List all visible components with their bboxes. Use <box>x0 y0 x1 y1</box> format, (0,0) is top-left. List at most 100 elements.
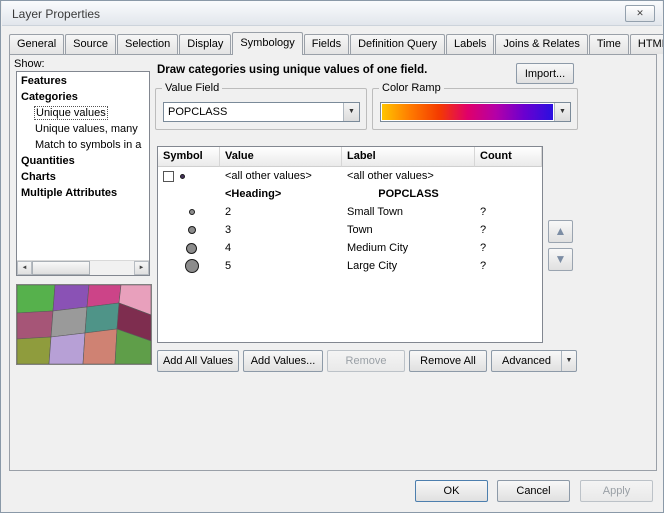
show-item-label: Match to symbols in a <box>35 139 141 151</box>
window-title: Layer Properties <box>12 7 100 21</box>
symbol-table-header: SymbolValueLabelCount <box>158 147 542 167</box>
symbol-cell <box>158 209 220 215</box>
symbol-row-3[interactable]: 3Town? <box>158 221 542 239</box>
column-header-value[interactable]: Value <box>220 147 342 167</box>
color-ramp-dropdown-button[interactable]: ▼ <box>554 103 570 121</box>
show-item-charts[interactable]: Charts <box>17 169 149 185</box>
tab-display[interactable]: Display <box>179 34 231 54</box>
show-item-unique-values[interactable]: Unique values <box>17 105 149 121</box>
value-cell: 5 <box>220 260 342 272</box>
show-item-label: Charts <box>21 171 56 183</box>
add-values-button[interactable]: Add Values... <box>243 350 323 372</box>
column-header-label[interactable]: Label <box>342 147 475 167</box>
apply-button: Apply <box>580 480 653 502</box>
scroll-right-button[interactable]: ► <box>134 261 149 275</box>
advanced-menu-caret-icon: ▼ <box>561 351 576 371</box>
map-preview <box>16 284 152 365</box>
import-button[interactable]: Import... <box>516 63 574 84</box>
value-cell: 2 <box>220 206 342 218</box>
show-item-features[interactable]: Features <box>17 73 149 89</box>
value-cell: <Heading> <box>220 188 342 200</box>
show-item-label: Features <box>21 75 67 87</box>
all-other-values-checkbox[interactable] <box>163 171 174 182</box>
scrollbar-thumb[interactable] <box>32 261 90 275</box>
value-field-select[interactable]: POPCLASS ▼ <box>163 102 360 122</box>
count-cell: ? <box>475 242 542 254</box>
count-cell: ? <box>475 206 542 218</box>
horizontal-scrollbar: ◄ ► <box>17 260 149 275</box>
point-symbol-icon <box>185 259 199 273</box>
tab-labels[interactable]: Labels <box>446 34 494 54</box>
value-field-dropdown-button[interactable]: ▼ <box>343 103 359 121</box>
tab-definition-query[interactable]: Definition Query <box>350 34 445 54</box>
label-cell: Large City <box>342 260 475 272</box>
symbol-row-heading[interactable]: <Heading>POPCLASS <box>158 185 542 203</box>
remove-all-button[interactable]: Remove All <box>409 350 487 372</box>
symbol-row-4[interactable]: 4Medium City? <box>158 239 542 257</box>
label-cell: <all other values> <box>342 170 475 182</box>
value-cell: <all other values> <box>220 170 342 182</box>
point-symbol-icon <box>186 243 197 254</box>
label-cell: Medium City <box>342 242 475 254</box>
value-field-value: POPCLASS <box>168 103 227 121</box>
label-cell: Town <box>342 224 475 236</box>
title-bar: Layer Properties ✕ <box>2 1 662 26</box>
scroll-right-icon: ► <box>139 265 145 271</box>
cancel-button[interactable]: Cancel <box>497 480 570 502</box>
value-cell: 4 <box>220 242 342 254</box>
tab-time[interactable]: Time <box>589 34 629 54</box>
move-down-button[interactable]: ▼ <box>548 248 573 271</box>
show-item-label: Categories <box>21 91 78 103</box>
point-symbol-icon <box>180 174 185 179</box>
count-cell: ? <box>475 260 542 272</box>
close-icon: ✕ <box>636 8 644 18</box>
show-label: Show: <box>14 58 45 70</box>
advanced-button-label: Advanced <box>492 351 561 371</box>
column-header-symbol[interactable]: Symbol <box>158 147 220 167</box>
ok-button[interactable]: OK <box>415 480 488 502</box>
add-all-values-button[interactable]: Add All Values <box>157 350 239 372</box>
move-up-button[interactable]: ▲ <box>548 220 573 243</box>
tab-strip: GeneralSourceSelectionDisplaySymbologyFi… <box>9 32 664 55</box>
point-symbol-icon <box>188 226 196 234</box>
tab-html-popup[interactable]: HTML Popup <box>630 34 664 54</box>
panel-description: Draw categories using unique values of o… <box>157 64 513 76</box>
tab-general[interactable]: General <box>9 34 64 54</box>
advanced-button[interactable]: Advanced ▼ <box>491 350 577 372</box>
show-item-label: Unique values <box>34 106 108 120</box>
layer-properties-dialog: Layer Properties ✕ GeneralSourceSelectio… <box>0 0 664 513</box>
chevron-down-icon: ▼ <box>348 108 355 115</box>
symbol-row-2[interactable]: 2Small Town? <box>158 203 542 221</box>
label-cell: Small Town <box>342 206 475 218</box>
symbol-row-5[interactable]: 5Large City? <box>158 257 542 275</box>
show-item-label: Quantities <box>21 155 75 167</box>
scroll-left-button[interactable]: ◄ <box>17 261 32 275</box>
value-cell: 3 <box>220 224 342 236</box>
show-item-categories[interactable]: Categories <box>17 89 149 105</box>
arrow-up-icon: ▲ <box>555 224 567 238</box>
symbol-cell <box>158 259 220 273</box>
color-ramp-select[interactable]: ▼ <box>380 102 571 122</box>
show-item-multiple-attributes[interactable]: Multiple Attributes <box>17 185 149 201</box>
color-ramp-preview <box>382 104 553 120</box>
tab-symbology[interactable]: Symbology <box>232 32 302 55</box>
show-item-unique-values-many[interactable]: Unique values, many <box>17 121 149 137</box>
show-item-quantities[interactable]: Quantities <box>17 153 149 169</box>
tab-selection[interactable]: Selection <box>117 34 178 54</box>
tab-fields[interactable]: Fields <box>304 34 349 54</box>
symbol-table: SymbolValueLabelCount <all other values>… <box>157 146 543 343</box>
tab-source[interactable]: Source <box>65 34 116 54</box>
column-header-count[interactable]: Count <box>475 147 542 167</box>
symbology-tab-page: Show: Features Categories Unique valuesUni… <box>9 54 657 471</box>
symbol-row-all-other-values[interactable]: <all other values><all other values> <box>158 167 542 185</box>
tab-joins-relates[interactable]: Joins & Relates <box>495 34 587 54</box>
arrow-down-icon: ▼ <box>555 252 567 266</box>
symbol-table-body: <all other values><all other values><Hea… <box>158 167 542 275</box>
show-item-match-to-symbols-in-a[interactable]: Match to symbols in a <box>17 137 149 153</box>
remove-button: Remove <box>327 350 405 372</box>
show-tree: Features Categories Unique valuesUnique va… <box>17 73 149 260</box>
value-field-label: Value Field <box>162 82 222 94</box>
scroll-left-icon: ◄ <box>22 265 28 271</box>
color-ramp-group: Color Ramp ▼ <box>372 88 578 130</box>
close-button[interactable]: ✕ <box>625 5 655 22</box>
